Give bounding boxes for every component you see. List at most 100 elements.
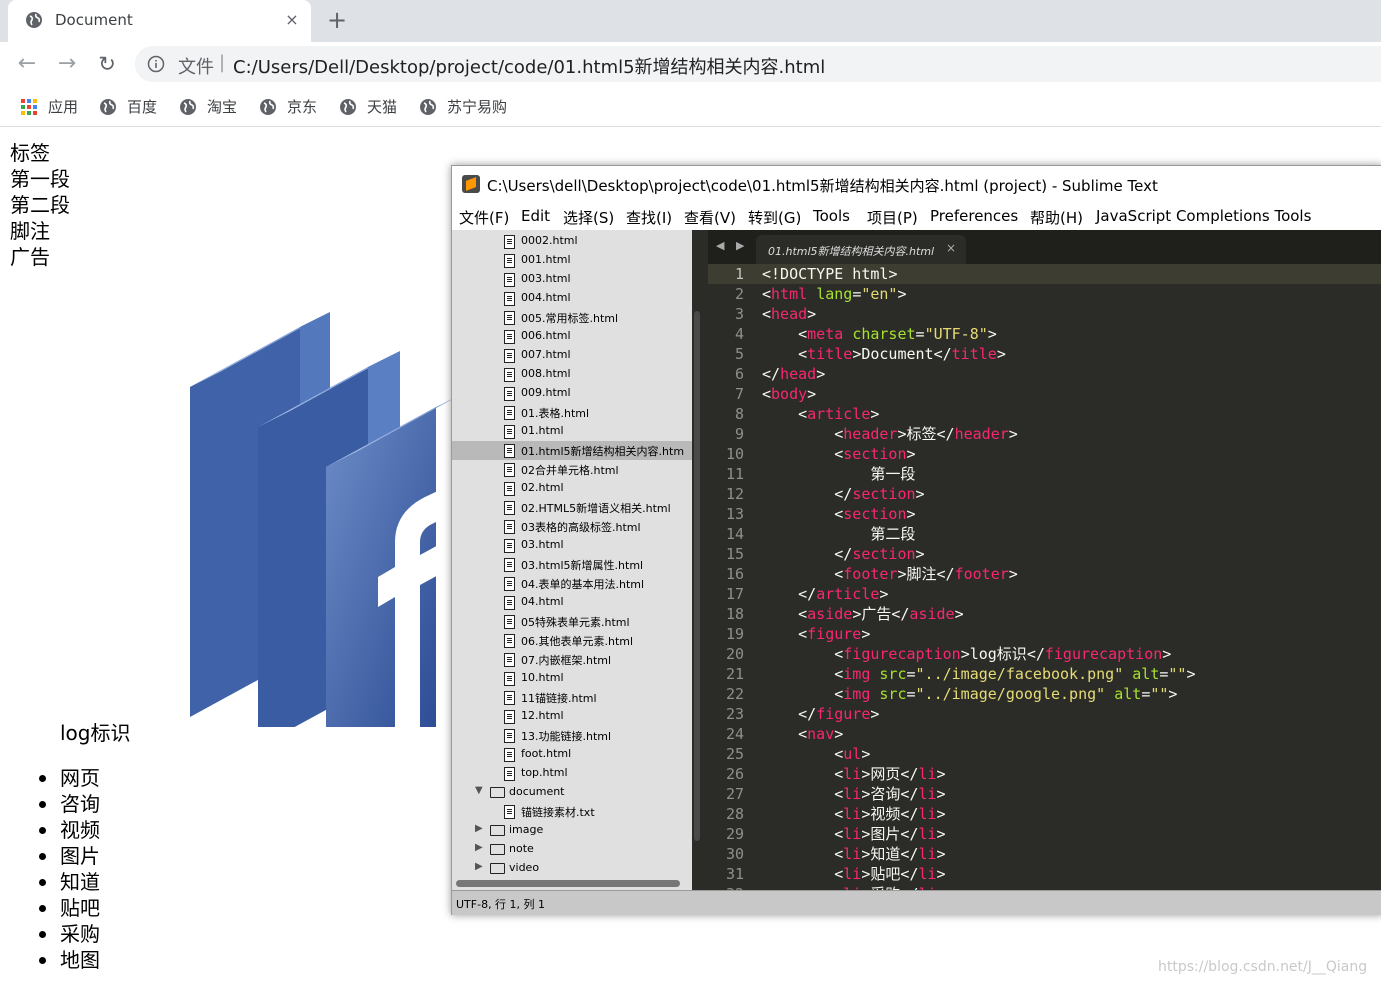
code-line[interactable]: 10 <section> xyxy=(708,444,1381,464)
sidebar-file[interactable]: 005.常用标签.html xyxy=(452,308,692,327)
sidebar-file[interactable]: 11锚链接.html xyxy=(452,688,692,707)
sidebar-file[interactable]: top.html xyxy=(452,764,692,783)
sidebar-file[interactable]: 009.html xyxy=(452,384,692,403)
sidebar-file[interactable]: 001.html xyxy=(452,251,692,270)
chevron-right-icon[interactable]: ▶ xyxy=(475,842,483,853)
sidebar-file[interactable]: 05特殊表单元素.html xyxy=(452,612,692,631)
sidebar-file[interactable]: 03.html5新增属性.html xyxy=(452,555,692,574)
sidebar-file[interactable]: 006.html xyxy=(452,327,692,346)
code-line[interactable]: 30 <li>知道</li> xyxy=(708,844,1381,864)
bookmark-apps[interactable]: 应用 xyxy=(20,96,78,116)
tab-nav-arrows-icon[interactable]: ◀ ▶ xyxy=(716,239,748,252)
code-line[interactable]: 8 <article> xyxy=(708,404,1381,424)
menu-item[interactable]: Tools xyxy=(813,207,850,225)
sidebar-folder[interactable]: ▶ video xyxy=(452,859,692,878)
code-line[interactable]: 7 <body> xyxy=(708,384,1381,404)
menu-item[interactable]: Edit xyxy=(521,207,550,225)
sidebar-folder[interactable]: ▶ image xyxy=(452,821,692,840)
code-line[interactable]: 20 <figurecaption>log标识</figurecaption> xyxy=(708,644,1381,664)
sidebar-file[interactable]: 01.html5新增结构相关内容.htm xyxy=(452,441,692,460)
code-line[interactable]: 17 </article> xyxy=(708,584,1381,604)
code-line[interactable]: 13 <section> xyxy=(708,504,1381,524)
sidebar-file[interactable]: 02.html xyxy=(452,479,692,498)
sidebar-file[interactable]: 06.其他表单元素.html xyxy=(452,631,692,650)
code-line[interactable]: 14 第二段 xyxy=(708,524,1381,544)
code-line[interactable]: 4 <meta charset="UTF-8"> xyxy=(708,324,1381,344)
back-arrow-icon[interactable]: ← xyxy=(15,52,39,76)
forward-arrow-icon[interactable]: → xyxy=(55,52,79,76)
sidebar-folder[interactable]: ▶ note xyxy=(452,840,692,859)
reload-icon[interactable]: ↻ xyxy=(95,52,119,76)
sidebar-file[interactable]: 04.表单的基本用法.html xyxy=(452,574,692,593)
code-line[interactable]: 11 第一段 xyxy=(708,464,1381,484)
code-line[interactable]: 18 <aside>广告</aside> xyxy=(708,604,1381,624)
sidebar-file[interactable]: 03表格的高级标签.html xyxy=(452,517,692,536)
code-line[interactable]: 24 <nav> xyxy=(708,724,1381,744)
editor-tab-close-icon[interactable]: × xyxy=(946,241,956,255)
tab-close-icon[interactable]: × xyxy=(280,8,304,32)
sidebar-file[interactable]: 12.html xyxy=(452,707,692,726)
sidebar-file[interactable]: 007.html xyxy=(452,346,692,365)
code-line[interactable]: 12 </section> xyxy=(708,484,1381,504)
code-line[interactable]: 15 </section> xyxy=(708,544,1381,564)
sidebar-file[interactable]: 02合并单元格.html xyxy=(452,460,692,479)
chevron-down-icon[interactable]: ▼ xyxy=(475,785,483,796)
code-line[interactable]: 31 <li>贴吧</li> xyxy=(708,864,1381,884)
sidebar-file[interactable]: 03.html xyxy=(452,536,692,555)
code-line[interactable]: 25 <ul> xyxy=(708,744,1381,764)
sidebar-file[interactable]: 07.内嵌框架.html xyxy=(452,650,692,669)
code-line[interactable]: 22 <img src="../image/google.png" alt=""… xyxy=(708,684,1381,704)
bookmark-suning[interactable]: 苏宁易购 xyxy=(419,96,507,116)
editor-tab[interactable]: 01.html5新增结构相关内容.html × xyxy=(756,235,966,264)
sidebar-file[interactable]: 锚链接素材.txt xyxy=(452,802,692,821)
sidebar-file[interactable]: foot.html xyxy=(452,745,692,764)
url-text[interactable]: C:/Users/Dell/Desktop/project/code/01.ht… xyxy=(233,53,825,79)
chevron-right-icon[interactable]: ▶ xyxy=(475,861,483,872)
menu-item[interactable]: JavaScript Completions Tools xyxy=(1096,207,1311,225)
browser-tab[interactable]: Document × xyxy=(8,0,311,42)
code-line[interactable]: 6 </head> xyxy=(708,364,1381,384)
code-line[interactable]: 29 <li>图片</li> xyxy=(708,824,1381,844)
sublime-titlebar[interactable]: C:\Users\dell\Desktop\project\code\01.ht… xyxy=(452,166,1381,202)
sidebar-file[interactable]: 02.HTML5新增语义相关.html xyxy=(452,498,692,517)
sidebar-file[interactable]: 004.html xyxy=(452,289,692,308)
sidebar-file[interactable]: 10.html xyxy=(452,669,692,688)
sidebar-vertical-scrollbar[interactable] xyxy=(694,311,700,841)
sidebar-folder[interactable]: ▼ document xyxy=(452,783,692,802)
code-line[interactable]: 23 </figure> xyxy=(708,704,1381,724)
sidebar-file[interactable]: 01.html xyxy=(452,422,692,441)
menu-item[interactable]: 转到(G) xyxy=(748,207,801,228)
new-tab-button[interactable]: + xyxy=(324,8,350,34)
sidebar-file[interactable]: 01.表格.html xyxy=(452,403,692,422)
sidebar-file[interactable]: 0002.html xyxy=(452,232,692,251)
code-line[interactable]: 28 <li>视频</li> xyxy=(708,804,1381,824)
code-line[interactable]: 21 <img src="../image/facebook.png" alt=… xyxy=(708,664,1381,684)
menu-item[interactable]: 帮助(H) xyxy=(1030,207,1083,228)
chevron-right-icon[interactable]: ▶ xyxy=(475,823,483,834)
code-line[interactable]: 9 <header>标签</header> xyxy=(708,424,1381,444)
menu-item[interactable]: 文件(F) xyxy=(459,207,509,228)
code-line[interactable]: 26 <li>网页</li> xyxy=(708,764,1381,784)
code-line[interactable]: 27 <li>咨询</li> xyxy=(708,784,1381,804)
bookmark-baidu[interactable]: 百度 xyxy=(99,96,157,116)
code-line[interactable]: 2 <html lang="en"> xyxy=(708,284,1381,304)
address-bar[interactable]: 文件 | C:/Users/Dell/Desktop/project/code/… xyxy=(135,46,1381,82)
menu-item[interactable]: Preferences xyxy=(930,207,1018,225)
sidebar-file[interactable]: 04.html xyxy=(452,593,692,612)
code-line[interactable]: 3 <head> xyxy=(708,304,1381,324)
sidebar-file[interactable]: 003.html xyxy=(452,270,692,289)
code-line[interactable]: 1 <!DOCTYPE html> xyxy=(708,264,1381,284)
code-line[interactable]: 19 <figure> xyxy=(708,624,1381,644)
bookmark-jd[interactable]: 京东 xyxy=(259,96,317,116)
menu-item[interactable]: 查看(V) xyxy=(684,207,736,228)
menu-item[interactable]: 项目(P) xyxy=(867,207,918,228)
code-line[interactable]: 16 <footer>脚注</footer> xyxy=(708,564,1381,584)
code-editor[interactable]: 1 <!DOCTYPE html> 2 <html lang="en"> 3 <head>… xyxy=(708,264,1381,890)
code-line[interactable]: 5 <title>Document</title> xyxy=(708,344,1381,364)
bookmark-tmall[interactable]: 天猫 xyxy=(339,96,397,116)
menu-item[interactable]: 查找(I) xyxy=(626,207,672,228)
menu-item[interactable]: 选择(S) xyxy=(563,207,614,228)
bookmark-taobao[interactable]: 淘宝 xyxy=(179,96,237,116)
info-icon[interactable] xyxy=(147,55,165,73)
sidebar-horizontal-scrollbar[interactable] xyxy=(456,880,680,887)
